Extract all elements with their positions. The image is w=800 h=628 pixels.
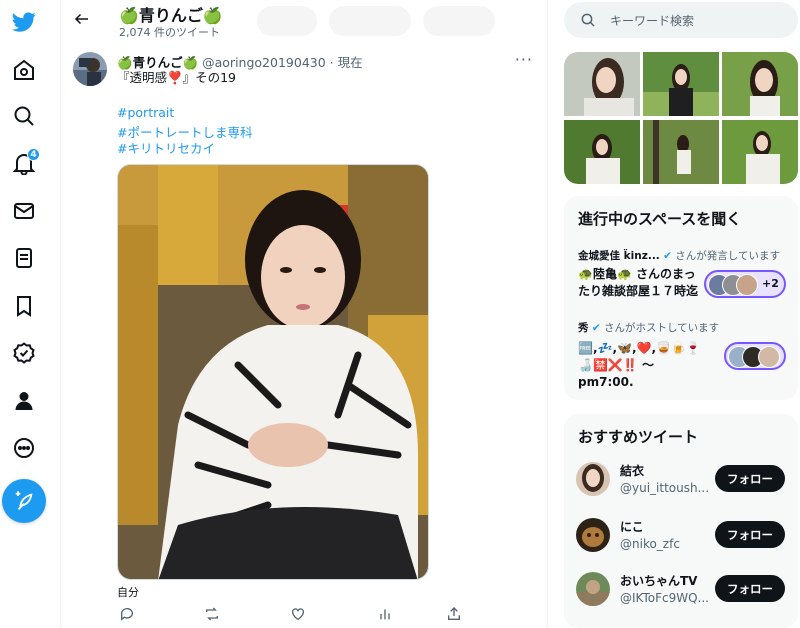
back-arrow-icon[interactable] — [71, 8, 93, 30]
more-icon[interactable] — [4, 428, 44, 468]
mail-icon[interactable] — [4, 191, 44, 231]
photo-tag[interactable]: 自分 — [117, 584, 139, 600]
user-name: 結衣 — [620, 464, 645, 478]
tweet-count: 2,074 件のツイート — [119, 26, 220, 39]
tweet-text: 『透明感❣️』その19 — [117, 70, 236, 85]
left-nav: 4 — [0, 0, 48, 628]
space-host[interactable]: 秀 ✔ さんがホストしています — [578, 320, 719, 335]
recommend-user[interactable]: 結衣 @yui_ittoush... フォロー — [576, 462, 786, 498]
lists-icon[interactable] — [4, 238, 44, 278]
gallery-photo[interactable] — [643, 120, 719, 184]
space-title-line: 🍶🈲❌‼️ 〜 — [578, 358, 654, 372]
share-icon[interactable] — [444, 604, 464, 624]
verified-badge-icon: ✔ — [591, 322, 601, 334]
user-name: にこ — [620, 520, 644, 534]
follow-button[interactable]: フォロー — [715, 465, 785, 492]
gallery-photo[interactable] — [564, 120, 640, 184]
verified-icon[interactable] — [4, 333, 44, 373]
header: 🍏青りんご🍏 2,074 件のツイート — [61, 0, 549, 40]
space-title-line: たり雑談部屋１７時迄 — [578, 284, 699, 298]
hashtag[interactable]: #portrait — [117, 105, 174, 120]
gallery-photo[interactable] — [643, 52, 719, 116]
search-input[interactable]: キーワード検索 — [610, 12, 694, 29]
avatar[interactable] — [576, 518, 610, 552]
header-blur — [257, 6, 317, 36]
recommend-user[interactable]: おいちゃんTV @IKToFc9WQ... フォロー — [576, 572, 786, 608]
compose-button[interactable] — [2, 479, 46, 523]
right-sidebar: キーワード検索 進行中のスペースを聞く 金城愛佳 k̈inz... ✔ さんが発… — [564, 0, 800, 628]
bookmark-icon[interactable] — [4, 286, 44, 326]
space-host-role: さんが発言しています — [675, 250, 780, 262]
space-listeners[interactable]: +2 — [704, 270, 786, 298]
gallery-photo[interactable] — [564, 52, 640, 116]
search-icon — [581, 13, 595, 27]
avatar[interactable] — [73, 52, 107, 86]
avatar[interactable] — [576, 572, 610, 606]
retweet-icon[interactable] — [202, 604, 222, 624]
space-host-name: 金城愛佳 k̈inz... — [578, 250, 660, 262]
header-blur — [329, 6, 411, 36]
page-title: 🍏青りんご🍏 — [119, 6, 223, 25]
spaces-card: 進行中のスペースを聞く 金城愛佳 k̈inz... ✔ さんが発言しています 🐢… — [564, 196, 798, 400]
analytics-icon[interactable] — [375, 604, 395, 624]
author-line: 🍏青りんご🍏 @aoringo20190430 · 現在 — [117, 52, 363, 71]
notification-badge: 4 — [27, 148, 40, 161]
avatar — [758, 346, 780, 368]
tweet-photo[interactable] — [117, 164, 429, 580]
follow-button[interactable]: フォロー — [715, 521, 785, 548]
space-title-line: pm7:00. — [578, 375, 634, 389]
search-icon[interactable] — [4, 96, 44, 136]
space-listeners[interactable] — [724, 342, 786, 370]
like-icon[interactable] — [288, 604, 308, 624]
compose-icon — [15, 491, 33, 510]
user-handle: @IKToFc9WQ... — [620, 591, 709, 605]
verified-badge-icon: ✔ — [663, 250, 672, 262]
user-handle: @yui_ittoush... — [620, 481, 710, 495]
follow-button[interactable]: フォロー — [715, 575, 785, 602]
space-title-line: 🆓,💤,🦋,❤️,🥃🍺🍷 — [578, 341, 701, 355]
space-title-line: 🐢陸亀🐢 さんのまっ — [578, 267, 696, 281]
media-gallery — [564, 52, 798, 184]
recommend-user[interactable]: にこ @niko_zfc フォロー — [576, 518, 786, 554]
search-box[interactable]: キーワード検索 — [564, 2, 798, 38]
space-host[interactable]: 金城愛佳 k̈inz... ✔ さんが発言しています — [578, 248, 780, 263]
home-icon[interactable] — [4, 50, 44, 90]
hashtag[interactable]: #キリトリセカイ — [117, 138, 215, 157]
author-handle[interactable]: @aoringo20190430 · 現在 — [202, 55, 362, 70]
space-title[interactable]: 🐢陸亀🐢 さんのまっ たり雑談部屋１７時迄 — [578, 266, 708, 300]
avatar[interactable] — [576, 462, 610, 496]
author-name[interactable]: 🍏青りんご🍏 — [117, 55, 198, 70]
profile-icon[interactable] — [4, 381, 44, 421]
bell-icon[interactable]: 4 — [4, 143, 44, 183]
main-column: 🍏青りんご🍏 2,074 件のツイート 🍏青りんご🍏 @aoringo20190… — [60, 0, 548, 628]
gallery-photo[interactable] — [722, 52, 798, 116]
user-handle: @niko_zfc — [620, 537, 680, 551]
recommend-card: おすすめツイート 結衣 @yui_ittoush... フォロー にこ @nik… — [564, 414, 798, 628]
space-title[interactable]: 🆓,💤,🦋,❤️,🥃🍺🍷 🍶🈲❌‼️ 〜 pm7:00. — [578, 340, 718, 391]
space-host-role: さんがホストしています — [604, 322, 720, 334]
spaces-title: 進行中のスペースを聞く — [578, 210, 742, 228]
reply-icon[interactable] — [117, 604, 137, 624]
recommend-title: おすすめツイート — [578, 428, 699, 446]
user-name: おいちゃんTV — [620, 574, 698, 588]
more-options-icon[interactable]: ··· — [515, 50, 533, 69]
avatar — [736, 274, 758, 296]
listener-count: +2 — [762, 277, 779, 290]
header-blur — [423, 6, 495, 36]
gallery-photo[interactable] — [722, 120, 798, 184]
tweet-actions — [117, 604, 465, 624]
space-host-name: 秀 — [578, 322, 589, 334]
twitter-bird-icon[interactable] — [4, 2, 44, 42]
